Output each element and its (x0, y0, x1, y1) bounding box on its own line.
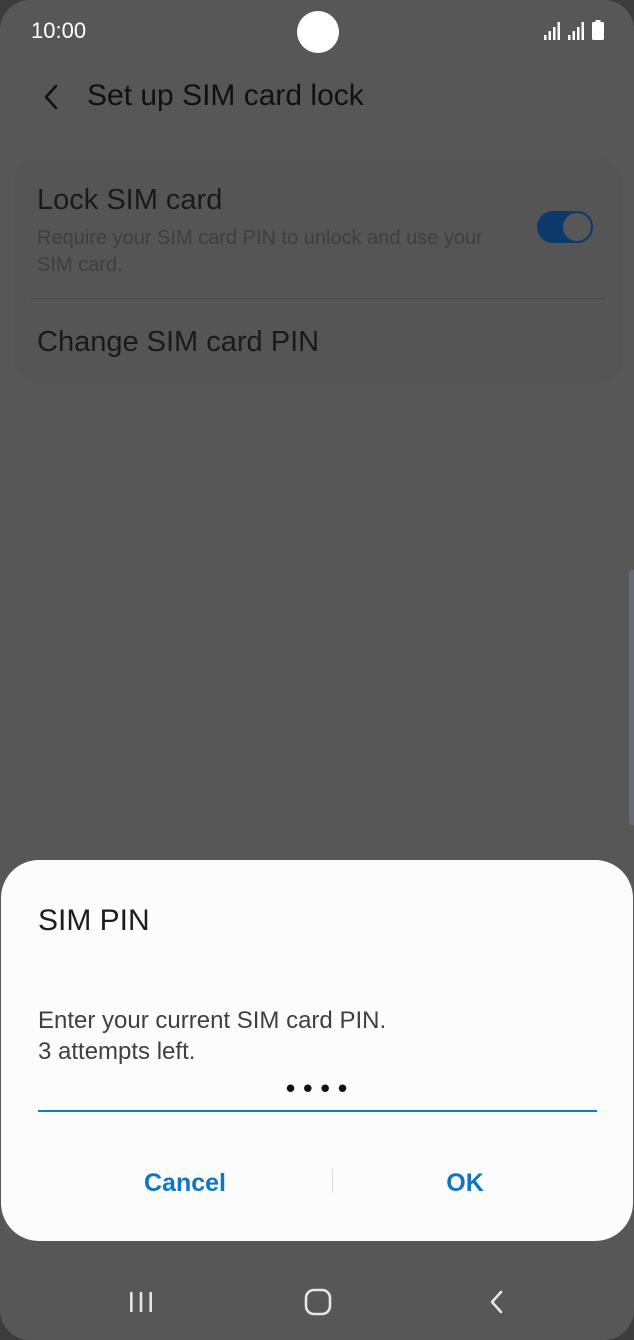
back-icon (490, 1290, 503, 1314)
home-button[interactable] (298, 1284, 338, 1320)
back-button[interactable] (34, 80, 68, 114)
ok-button[interactable]: OK (365, 1158, 565, 1208)
dialog-message: Enter your current SIM card PIN. 3 attem… (38, 1005, 386, 1067)
signal-sim2-icon (568, 22, 586, 40)
change-sim-card-pin-row[interactable]: Change SIM card PIN (37, 326, 319, 359)
recents-button[interactable] (121, 1284, 161, 1320)
dialog-message-line2: 3 attempts left. (38, 1038, 196, 1065)
chevron-left-icon (44, 84, 58, 110)
phone-screen: 10:00 Set up SIM card lock Lock SIM card… (0, 0, 634, 1340)
button-separator (332, 1169, 333, 1193)
status-time: 10:00 (31, 18, 87, 43)
edge-panel-handle[interactable] (629, 570, 634, 825)
settings-card: Lock SIM card Require your SIM card PIN … (13, 158, 623, 383)
dialog-title: SIM PIN (38, 904, 150, 937)
home-icon (304, 1288, 332, 1316)
recents-icon (130, 1292, 152, 1312)
cancel-button[interactable]: Cancel (85, 1158, 285, 1208)
battery-icon (592, 20, 604, 40)
pin-input[interactable] (38, 1070, 597, 1112)
front-camera (297, 11, 339, 53)
sim-pin-dialog: SIM PIN Enter your current SIM card PIN.… (1, 860, 633, 1241)
divider (30, 298, 606, 299)
dialog-message-line1: Enter your current SIM card PIN. (38, 1007, 387, 1034)
page-title: Set up SIM card lock (87, 79, 364, 112)
lock-sim-card-row[interactable]: Lock SIM card Require your SIM card PIN … (37, 184, 517, 279)
lock-sim-card-toggle[interactable] (537, 211, 593, 243)
lock-sim-card-title: Lock SIM card (37, 184, 223, 216)
lock-sim-card-description: Require your SIM card PIN to unlock and … (37, 227, 483, 276)
signal-sim1-icon (544, 22, 562, 40)
nav-back-button[interactable] (476, 1284, 516, 1320)
status-icons (544, 20, 604, 40)
toggle-knob (561, 211, 593, 243)
